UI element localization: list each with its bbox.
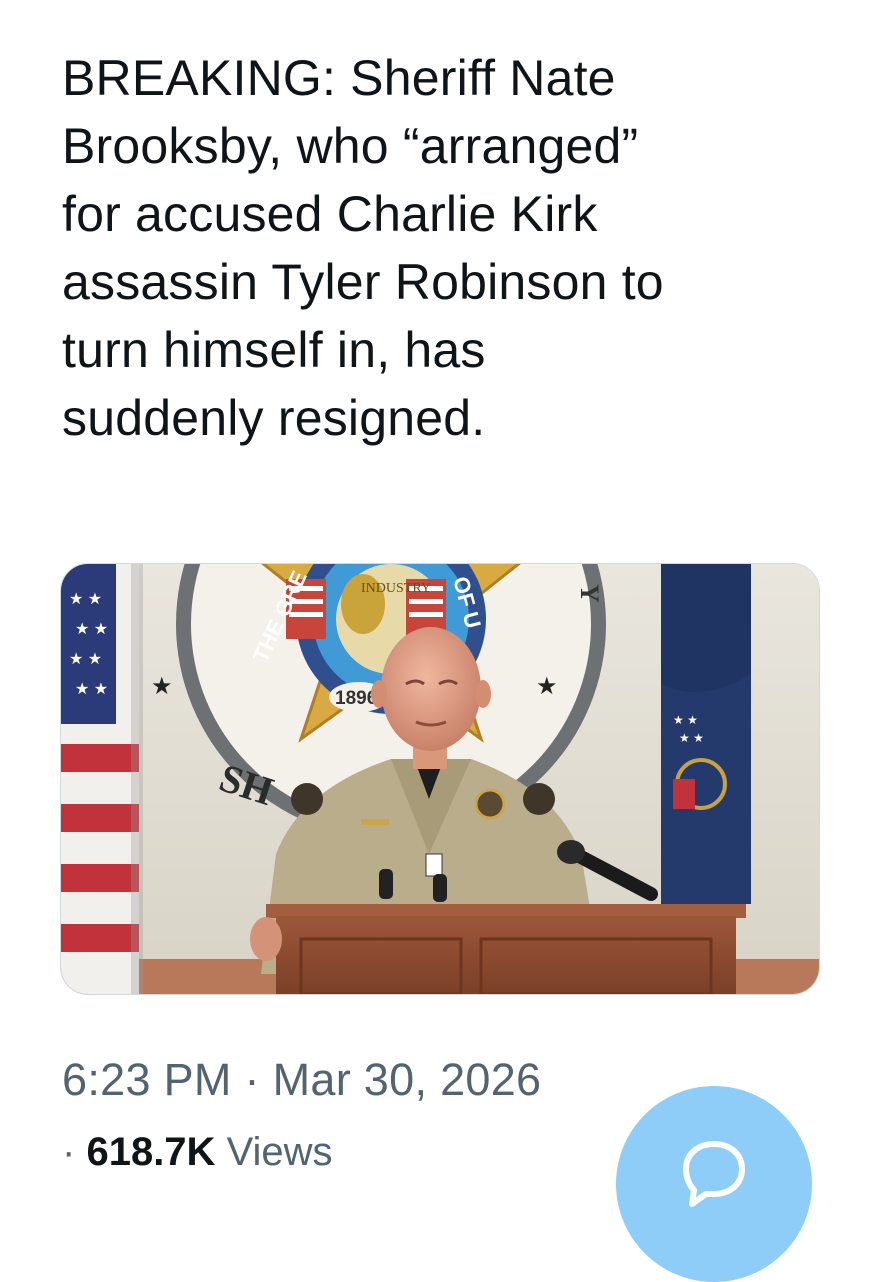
post-date: Mar 30, 2026: [272, 1054, 542, 1105]
utah-flag: ★ ★ ★ ★: [661, 564, 751, 904]
us-flag: ★ ★ ★ ★ ★ ★ ★ ★: [61, 564, 143, 994]
views-label: Views: [226, 1130, 333, 1174]
press-conference-photo: INDUSTRY THE GRE OF U 1896 SH ★ ★ Y ★ ★ …: [61, 564, 819, 994]
compose-icon: [683, 1141, 745, 1207]
views-separator: ·: [62, 1130, 76, 1174]
svg-text:★ ★: ★ ★: [673, 713, 698, 727]
svg-text:★ ★: ★ ★: [69, 651, 102, 668]
svg-text:★ ★: ★ ★: [75, 681, 108, 698]
post-image[interactable]: INDUSTRY THE GRE OF U 1896 SH ★ ★ Y ★ ★ …: [60, 563, 820, 995]
timestamp-separator: ·: [244, 1054, 260, 1105]
svg-text:★: ★: [151, 673, 173, 700]
seal-year: 1896: [335, 688, 377, 709]
svg-text:★ ★: ★ ★: [679, 731, 704, 745]
svg-text:Y: Y: [575, 584, 604, 603]
seal-top-text: INDUSTRY: [361, 581, 431, 596]
compose-button[interactable]: [616, 1086, 812, 1282]
post-views[interactable]: · 618.7K Views: [62, 1130, 333, 1175]
svg-text:★: ★: [536, 673, 558, 700]
post-time: 6:23 PM: [62, 1054, 232, 1105]
podium: [250, 904, 746, 994]
svg-text:★ ★: ★ ★: [69, 591, 102, 608]
post-timestamp[interactable]: 6:23 PM · Mar 30, 2026: [62, 1054, 541, 1106]
post-text: BREAKING: Sheriff Nate Brooksby, who “ar…: [62, 50, 664, 446]
svg-text:★ ★: ★ ★: [75, 621, 108, 638]
views-count: 618.7K: [86, 1130, 216, 1174]
